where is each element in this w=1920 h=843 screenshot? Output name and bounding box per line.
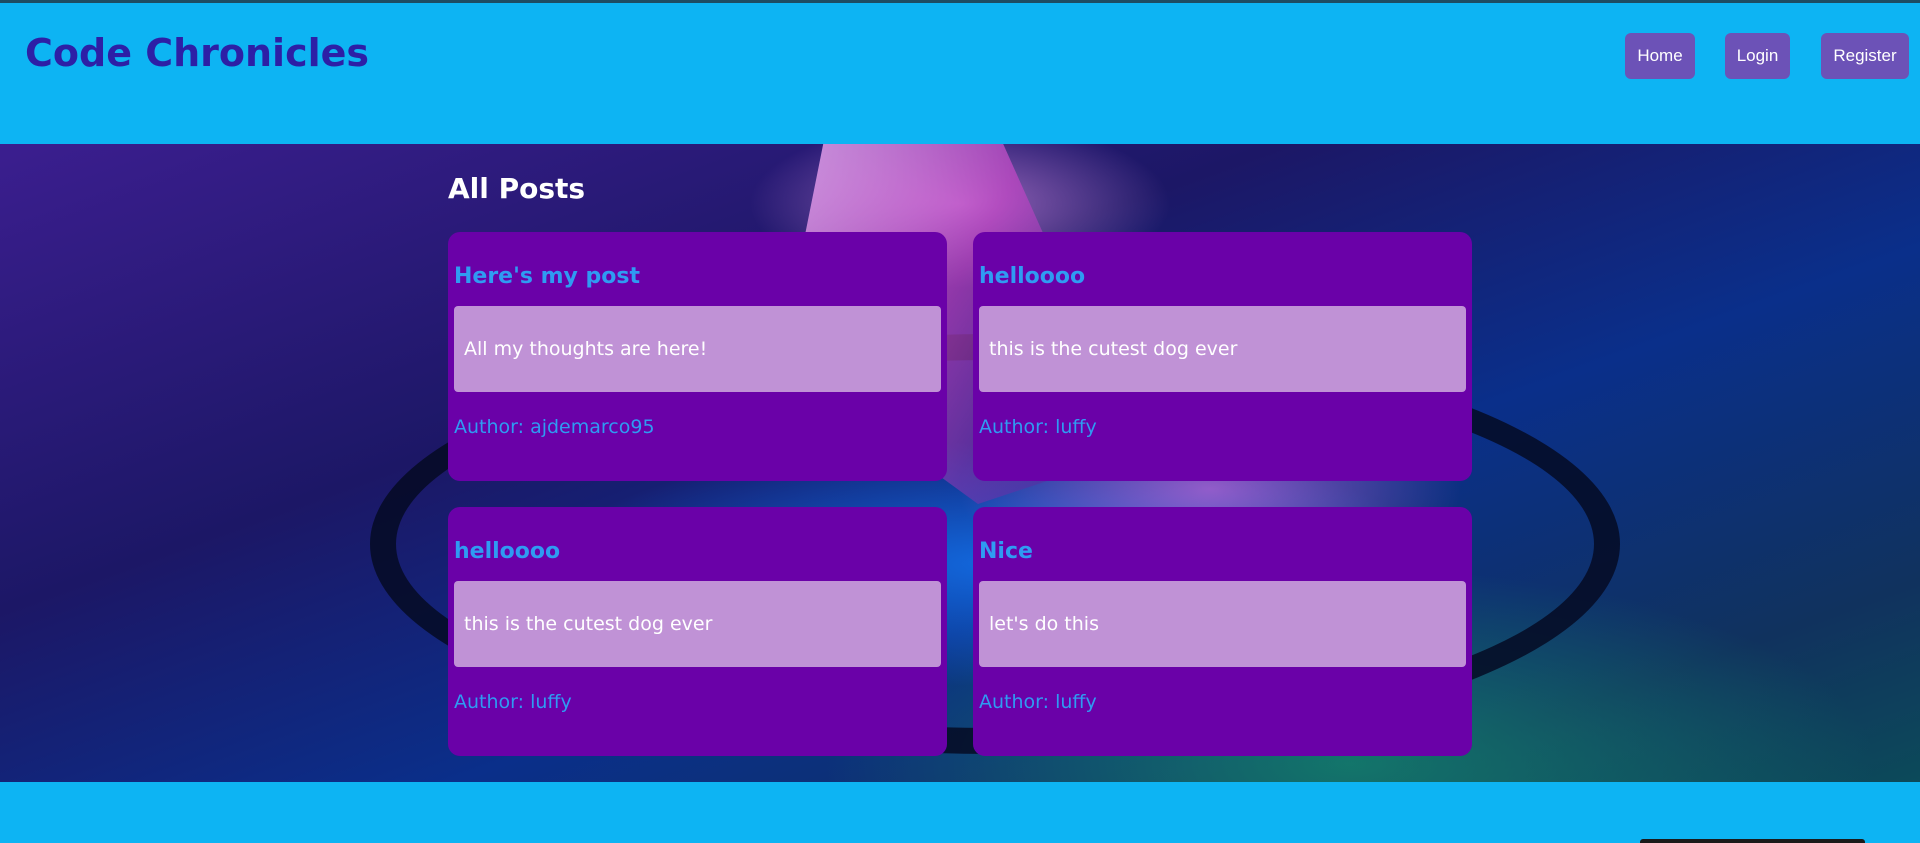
post-card[interactable]: Nice let's do this Author: luffy bbox=[973, 507, 1472, 756]
page-title: All Posts bbox=[448, 172, 586, 205]
post-body: let's do this bbox=[979, 581, 1466, 667]
nav-register-button[interactable]: Register bbox=[1821, 33, 1909, 79]
site-title[interactable]: Code Chronicles bbox=[25, 31, 369, 75]
post-author: Author: luffy bbox=[979, 691, 1097, 713]
posts-section: All Posts Here's my post All my thoughts… bbox=[0, 144, 1920, 782]
post-body: this is the cutest dog ever bbox=[454, 581, 941, 667]
post-author: Author: luffy bbox=[454, 691, 572, 713]
post-title[interactable]: helloooo bbox=[979, 264, 1085, 289]
post-title[interactable]: helloooo bbox=[454, 539, 560, 564]
post-card[interactable]: Here's my post All my thoughts are here!… bbox=[448, 232, 947, 481]
post-body: this is the cutest dog ever bbox=[979, 306, 1466, 392]
site-header: Code Chronicles Home Login Register bbox=[0, 3, 1920, 144]
post-title[interactable]: Nice bbox=[979, 539, 1033, 564]
scrollbar-thumb[interactable] bbox=[1640, 839, 1865, 843]
post-grid: Here's my post All my thoughts are here!… bbox=[448, 232, 1472, 767]
post-card[interactable]: helloooo this is the cutest dog ever Aut… bbox=[448, 507, 947, 756]
post-author: Author: ajdemarco95 bbox=[454, 416, 655, 438]
post-title[interactable]: Here's my post bbox=[454, 264, 640, 289]
post-author: Author: luffy bbox=[979, 416, 1097, 438]
nav-home-button[interactable]: Home bbox=[1625, 33, 1695, 79]
site-footer bbox=[0, 782, 1920, 843]
post-body: All my thoughts are here! bbox=[454, 306, 941, 392]
nav-login-button[interactable]: Login bbox=[1725, 33, 1790, 79]
post-card[interactable]: helloooo this is the cutest dog ever Aut… bbox=[973, 232, 1472, 481]
